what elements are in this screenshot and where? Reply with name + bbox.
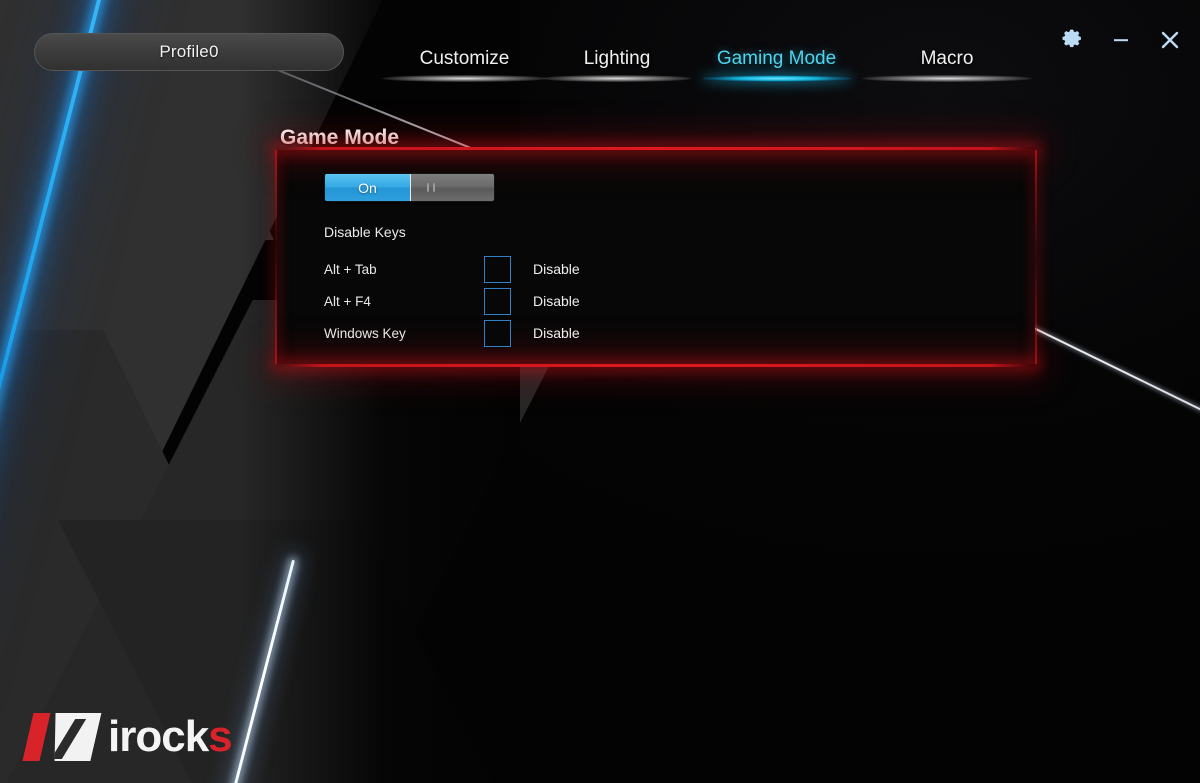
logo-white-shape [44, 713, 101, 761]
close-icon [1161, 31, 1179, 49]
key-row-windows-key: Windows Key Disable [324, 319, 580, 347]
tab-bar: Customize Lighting Gaming Mode Macro [382, 48, 1042, 90]
brand-logo: irocks [22, 712, 233, 761]
profile-selector[interactable]: Profile0 [34, 33, 344, 71]
toggle-handle[interactable] [411, 174, 494, 201]
checkbox-disable-label: Disable [533, 261, 580, 277]
checkbox-disable-windows-key[interactable] [484, 319, 511, 347]
checkbox-disable-alt-tab[interactable] [484, 255, 511, 283]
tab-underline-glow [542, 75, 692, 82]
close-button[interactable] [1158, 28, 1182, 52]
app-window: Profile0 Customize Lighting Gaming Mode … [0, 0, 1200, 783]
key-row-label: Windows Key [324, 325, 406, 341]
game-mode-toggle[interactable]: On [324, 173, 495, 202]
key-row-label: Alt + F4 [324, 293, 371, 309]
tab-underline-glow-active [701, 75, 852, 82]
minimize-icon [1114, 39, 1128, 42]
logo-wordmark-white: irock [108, 712, 209, 761]
tab-underline-glow [382, 75, 547, 82]
key-row-alt-tab: Alt + Tab Disable [324, 255, 580, 283]
tab-macro-label: Macro [920, 48, 974, 69]
checkbox-disable-alt-f4[interactable] [484, 287, 511, 315]
logo-wordmark: irocks [108, 712, 233, 761]
tab-underline-glow [862, 75, 1032, 82]
tab-lighting[interactable]: Lighting [542, 48, 692, 82]
background-facets [0, 0, 1200, 783]
logo-wordmark-red: s [208, 712, 233, 761]
key-row-alt-f4: Alt + F4 Disable [324, 287, 580, 315]
logo-red-bar [22, 713, 51, 761]
key-row-label: Alt + Tab [324, 261, 377, 277]
tab-gaming-mode[interactable]: Gaming Mode [694, 48, 859, 82]
minimize-button[interactable] [1110, 29, 1132, 51]
profile-label: Profile0 [159, 42, 219, 61]
facet-shape [0, 300, 583, 783]
game-mode-panel: On Disable Keys Alt + Tab Disable Alt + … [275, 147, 1037, 367]
panel-glow-bottom [277, 364, 1035, 367]
background-gradient [0, 0, 1200, 783]
facet-fade-overlay [0, 0, 520, 783]
window-controls [1060, 28, 1182, 52]
panel-glow-left [275, 150, 277, 364]
panel-glow-right [1035, 150, 1037, 364]
tab-macro[interactable]: Macro [862, 48, 1032, 82]
checkbox-disable-label: Disable [533, 325, 580, 341]
gear-icon [1062, 29, 1081, 48]
toggle-grip-icon [427, 183, 429, 192]
tab-gaming-mode-label: Gaming Mode [716, 48, 837, 69]
irocks-logo-mark-icon [22, 713, 96, 761]
checkbox-disable-label: Disable [533, 293, 580, 309]
settings-button[interactable] [1060, 28, 1084, 52]
toggle-on-segment[interactable]: On [325, 174, 411, 201]
tab-customize-label: Customize [419, 48, 510, 69]
blue-light-streak [0, 0, 132, 783]
tab-customize[interactable]: Customize [382, 48, 547, 82]
toggle-on-label: On [358, 179, 377, 196]
tab-lighting-label: Lighting [583, 48, 651, 69]
toggle-grip-icon [433, 183, 435, 192]
disable-keys-heading: Disable Keys [324, 224, 406, 240]
panel-glow-top [277, 147, 1035, 150]
title-bar: Profile0 Customize Lighting Gaming Mode … [0, 0, 1200, 90]
